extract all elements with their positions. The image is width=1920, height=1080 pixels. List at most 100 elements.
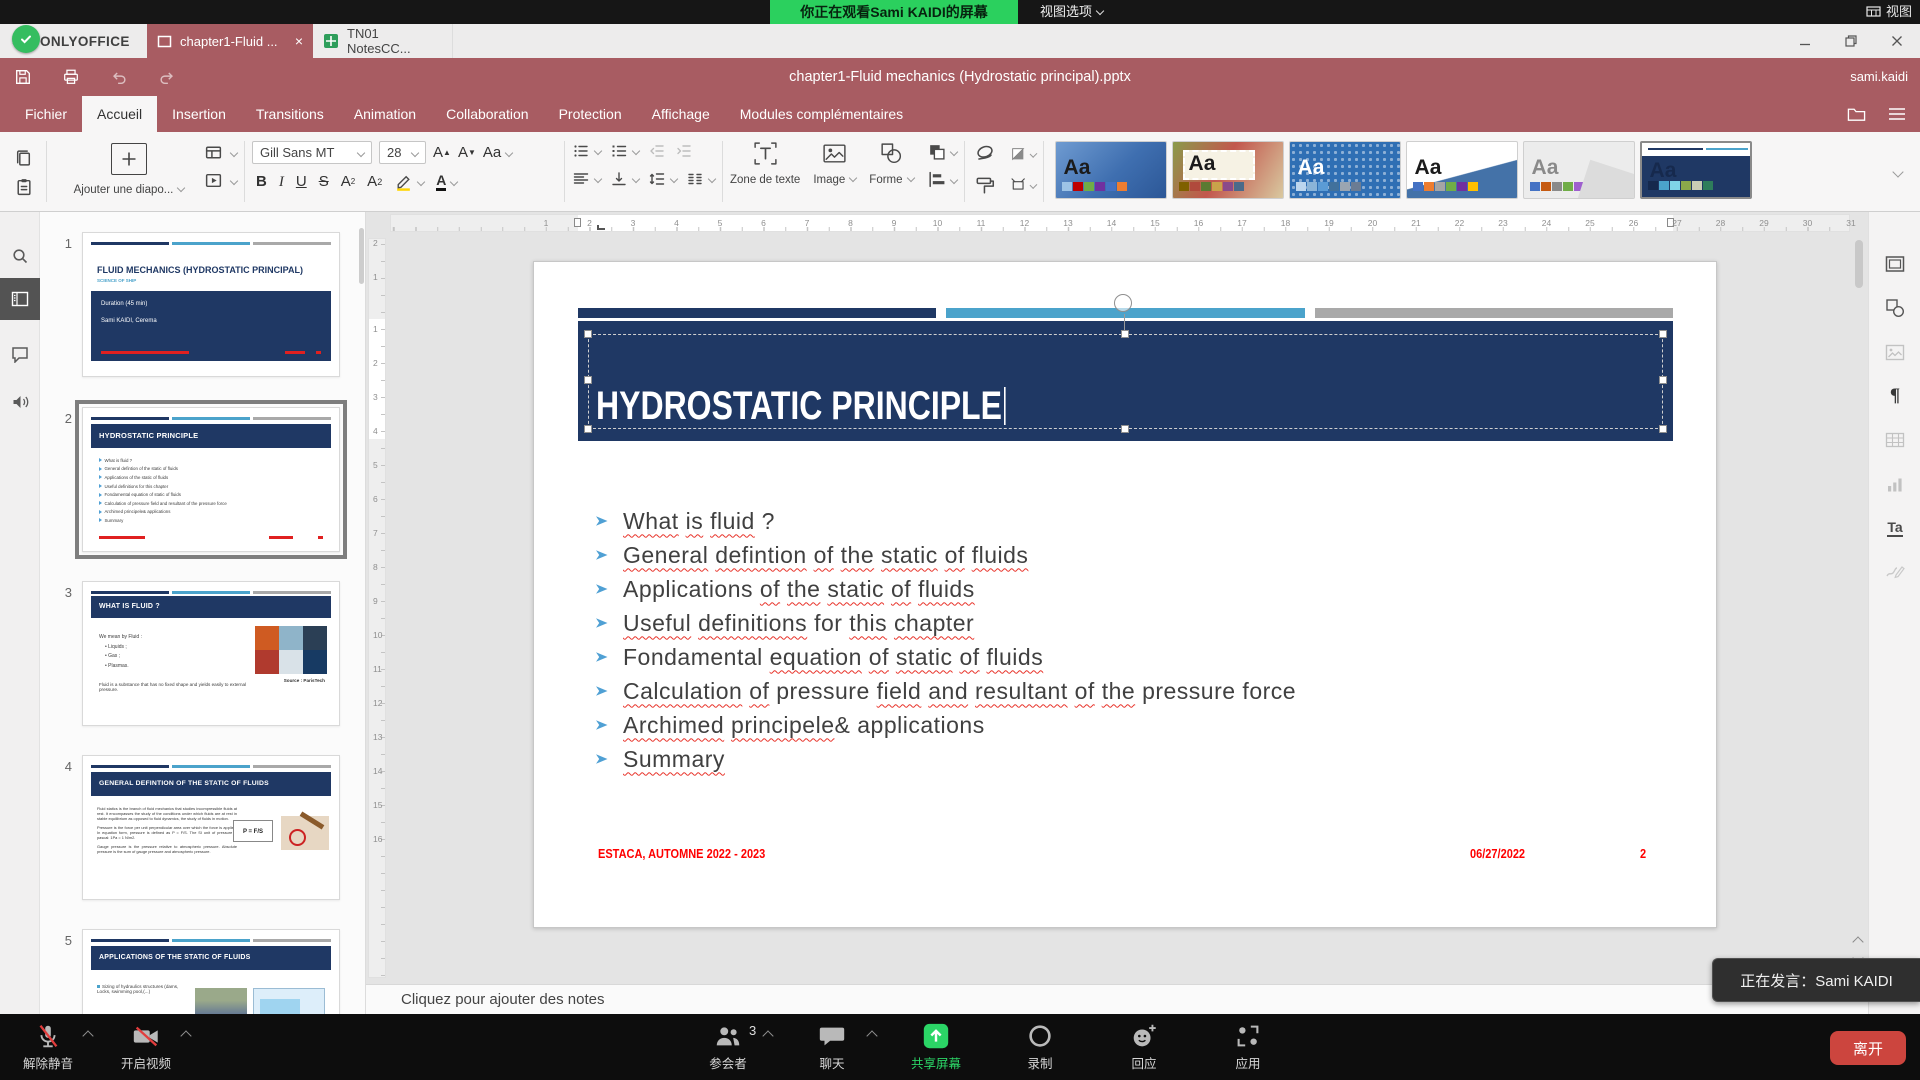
copy-style-button[interactable] — [972, 174, 998, 196]
slide-thumbnail-3[interactable]: WHAT IS FLUID ? We mean by Fluid :• Liqu… — [82, 581, 340, 726]
line-spacing-button[interactable] — [648, 170, 677, 188]
feedback-icon[interactable] — [0, 384, 40, 420]
menu-modules-compl-mentaires[interactable]: Modules complémentaires — [725, 96, 918, 132]
slide-canvas[interactable]: 1234567891011121314151617181920212223242… — [366, 212, 1868, 984]
toolbar-more-button[interactable] — [1878, 132, 1912, 211]
zoom-chat-button[interactable]: 聊天 — [804, 1021, 860, 1072]
change-case-button[interactable]: Aa — [483, 144, 512, 162]
decrease-indent-button[interactable] — [648, 142, 666, 160]
zoom-mic-button[interactable]: 解除静音 — [20, 1021, 76, 1072]
zoom-record-button[interactable]: 录制 — [1012, 1021, 1068, 1072]
theme-dotted-blue[interactable]: Aa — [1289, 141, 1401, 199]
chevron-up-icon[interactable] — [82, 1030, 93, 1041]
strikethrough-button[interactable]: S — [319, 173, 329, 191]
slide-layout-button[interactable] — [204, 143, 237, 162]
font-size-select[interactable]: 28 — [379, 141, 426, 164]
select-tool-button[interactable] — [972, 143, 998, 165]
search-icon[interactable] — [0, 238, 40, 274]
vertical-align-button[interactable] — [610, 170, 639, 188]
resize-handle[interactable] — [1659, 376, 1667, 384]
view-options-button[interactable]: 视图选项 — [1040, 0, 1103, 24]
slides-panel-icon[interactable] — [0, 278, 40, 320]
zoom-share-button[interactable]: 共享屏幕 — [908, 1021, 964, 1072]
theme-textured[interactable]: Aa — [1172, 141, 1284, 199]
menu-collaboration[interactable]: Collaboration — [431, 96, 544, 132]
scroll-up-icon[interactable] — [1852, 936, 1863, 947]
shape-settings-icon[interactable] — [1869, 290, 1920, 326]
font-name-select[interactable]: Gill Sans MT — [252, 141, 372, 164]
subscript-button[interactable]: A2 — [367, 173, 382, 191]
comments-icon[interactable] — [0, 336, 40, 372]
tab-document-presentation[interactable]: chapter1-Fluid ... × — [147, 24, 313, 58]
add-slide-button[interactable]: Ajouter une diapo... — [54, 140, 204, 211]
columns-button[interactable] — [686, 170, 715, 188]
menu-affichage[interactable]: Affichage — [637, 96, 725, 132]
italic-button[interactable]: I — [279, 173, 284, 191]
notes-placeholder[interactable]: Cliquez pour ajouter des notes — [401, 991, 604, 1008]
resize-handle[interactable] — [584, 376, 592, 384]
theme-gray[interactable]: Aa — [1523, 141, 1635, 199]
highlight-color-button[interactable] — [394, 172, 424, 191]
font-color-button[interactable]: A — [436, 173, 457, 191]
menu-protection[interactable]: Protection — [544, 96, 637, 132]
shape-fill-button[interactable] — [1010, 143, 1036, 165]
start-slideshow-button[interactable] — [204, 171, 237, 190]
chevron-up-icon[interactable] — [866, 1030, 877, 1041]
arrange-shape-button[interactable] — [927, 142, 957, 161]
thumbnail-scrollbar[interactable] — [359, 228, 364, 284]
resize-handle[interactable] — [1121, 330, 1129, 338]
rotate-handle[interactable] — [1114, 294, 1132, 312]
slide-thumbnail-2-selected[interactable]: HYDROSTATIC PRINCIPLE What is fluid ?Gen… — [82, 407, 340, 552]
restore-button[interactable] — [1828, 24, 1874, 58]
signature-settings-icon[interactable] — [1869, 553, 1920, 589]
slide-size-button[interactable] — [1010, 174, 1036, 196]
zoom-apps-button[interactable]: 应用 — [1220, 1021, 1276, 1072]
underline-button[interactable]: U — [296, 173, 307, 191]
tab-stop-marker[interactable] — [597, 225, 605, 230]
slide-thumbnail-1[interactable]: FLUID MECHANICS (HYDROSTATIC PRINCIPAL) … — [82, 232, 340, 377]
insert-textbox-button[interactable]: Zone de texte — [730, 140, 800, 211]
menu-fichier[interactable]: Fichier — [10, 96, 82, 132]
view-settings-icon[interactable] — [1888, 107, 1906, 121]
canvas-scrollbar[interactable] — [1855, 240, 1863, 288]
slide-bullet-list[interactable]: What is fluid ?General defintion of the … — [594, 504, 1296, 776]
slide-title-textbox[interactable]: HYDROSTATIC PRINCIPLE — [578, 321, 1673, 441]
resize-handle[interactable] — [1659, 425, 1667, 433]
horizontal-ruler[interactable]: 1234567891011121314151617181920212223242… — [390, 214, 1850, 232]
image-settings-icon[interactable] — [1869, 334, 1920, 370]
vertical-ruler[interactable]: 2112345678910111213141516 — [368, 238, 386, 978]
chevron-up-icon[interactable] — [180, 1030, 191, 1041]
decrease-font-button[interactable]: A▼ — [458, 144, 476, 162]
increase-indent-button[interactable] — [675, 142, 693, 160]
menu-accueil[interactable]: Accueil — [82, 96, 157, 132]
left-indent-marker[interactable] — [574, 218, 581, 227]
bullets-button[interactable] — [572, 142, 601, 160]
menu-transitions[interactable]: Transitions — [241, 96, 339, 132]
copy-button[interactable] — [14, 148, 33, 167]
paragraph-settings-icon[interactable]: ¶ — [1869, 378, 1920, 414]
tab-document-spreadsheet[interactable]: TN01 NotesCC... — [313, 24, 453, 58]
theme-navy-selected[interactable]: Aa — [1640, 141, 1752, 199]
slide-title-text[interactable]: HYDROSTATIC PRINCIPLE — [596, 381, 1006, 431]
insert-image-button[interactable]: Image — [813, 140, 856, 211]
theme-blue-gradient[interactable]: Aa — [1055, 141, 1167, 199]
resize-handle[interactable] — [584, 425, 592, 433]
slide-thumbnail-5[interactable]: APPLICATIONS OF THE STATIC OF FLUIDS Siz… — [82, 929, 340, 1014]
theme-white-curve[interactable]: Aa — [1406, 141, 1518, 199]
numbering-button[interactable] — [610, 142, 639, 160]
horizontal-align-button[interactable] — [572, 170, 601, 188]
slide-editing-area[interactable]: HYDROSTATIC PRINCIPLE What is fluid ?Gen… — [533, 261, 1717, 928]
open-file-location-icon[interactable] — [1847, 106, 1866, 122]
resize-handle[interactable] — [584, 330, 592, 338]
superscript-button[interactable]: A2 — [341, 173, 355, 191]
table-settings-icon[interactable] — [1869, 422, 1920, 458]
slide-settings-icon[interactable] — [1869, 246, 1920, 282]
view-switch-button[interactable]: 视图 — [1866, 0, 1912, 24]
zoom-participants-button[interactable]: 3参会者 — [700, 1021, 756, 1072]
textart-settings-icon[interactable]: Ta — [1869, 510, 1920, 546]
close-tab-icon[interactable]: × — [295, 33, 303, 49]
resize-handle[interactable] — [1121, 425, 1129, 433]
zoom-video-button[interactable]: 开启视频 — [118, 1021, 174, 1072]
increase-font-button[interactable]: A▲ — [433, 144, 451, 162]
zoom-leave-button[interactable]: 离开 — [1830, 1031, 1906, 1065]
